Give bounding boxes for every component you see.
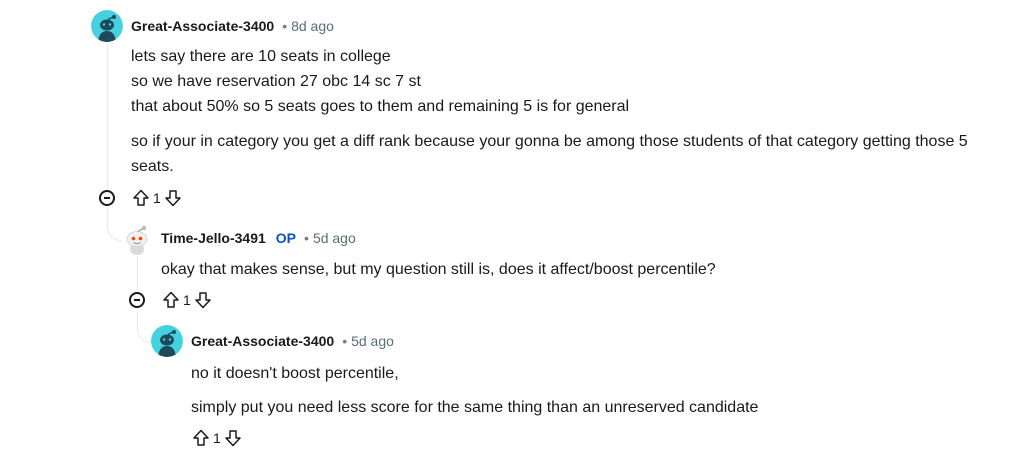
thread-branch-reply-1 — [107, 222, 122, 241]
comment-body: no it doesn't boost percentile, simply p… — [191, 361, 1001, 420]
op-badge: OP — [275, 230, 297, 246]
comment-meta: Great-Associate-3400 • 8d ago — [131, 16, 334, 36]
vote-bar: 1 — [162, 289, 212, 311]
vote-count: 1 — [213, 430, 221, 446]
meta-separator: • — [304, 230, 309, 246]
upvote-icon[interactable] — [162, 291, 180, 309]
vote-bar: 1 — [192, 427, 242, 449]
timestamp[interactable]: 8d ago — [291, 18, 334, 34]
comment-line: no it doesn't boost percentile, — [191, 365, 399, 382]
comment-line: so we have reservation 27 obc 14 sc 7 st — [131, 73, 421, 90]
thread-branch-reply-2 — [137, 324, 152, 343]
vote-count: 1 — [153, 190, 161, 206]
comment-body: lets say there are 10 seats in college s… — [131, 44, 1011, 179]
downvote-icon[interactable] — [164, 189, 182, 207]
snoo-avatar-icon[interactable] — [91, 10, 123, 42]
comment-line: okay that makes sense, but my question s… — [161, 261, 716, 278]
vote-count: 1 — [183, 292, 191, 308]
comment-paragraph: simply put you need less score for the s… — [191, 399, 759, 416]
collapse-thread-button[interactable] — [129, 292, 145, 308]
author-name[interactable]: Great-Associate-3400 — [131, 18, 274, 34]
comment-line: that about 50% so 5 seats goes to them a… — [131, 98, 630, 115]
snoo-avatar-icon[interactable] — [121, 223, 153, 255]
snoo-avatar-icon[interactable] — [151, 325, 183, 357]
collapse-thread-button[interactable] — [99, 190, 115, 206]
meta-separator: • — [282, 18, 288, 34]
vote-bar: 1 — [132, 187, 182, 209]
thread-line-1 — [107, 44, 108, 188]
comment-paragraph: so if your in category you get a diff ra… — [131, 133, 968, 175]
author-name[interactable]: Time-Jello-3491 — [161, 230, 266, 246]
comment-meta: Great-Associate-3400 • 5d ago — [191, 331, 394, 351]
author-name[interactable]: Great-Associate-3400 — [191, 333, 334, 349]
comment-meta: Time-Jello-3491 OP • 5d ago — [161, 228, 356, 248]
upvote-icon[interactable] — [192, 429, 210, 447]
downvote-icon[interactable] — [224, 429, 242, 447]
upvote-icon[interactable] — [132, 189, 150, 207]
comment-body: okay that makes sense, but my question s… — [161, 257, 1001, 282]
downvote-icon[interactable] — [194, 291, 212, 309]
comment-line: lets say there are 10 seats in college — [131, 48, 391, 65]
meta-separator: • — [342, 333, 348, 349]
timestamp[interactable]: 5d ago — [351, 333, 394, 349]
timestamp[interactable]: 5d ago — [313, 230, 356, 246]
thread-line-2 — [137, 256, 138, 290]
